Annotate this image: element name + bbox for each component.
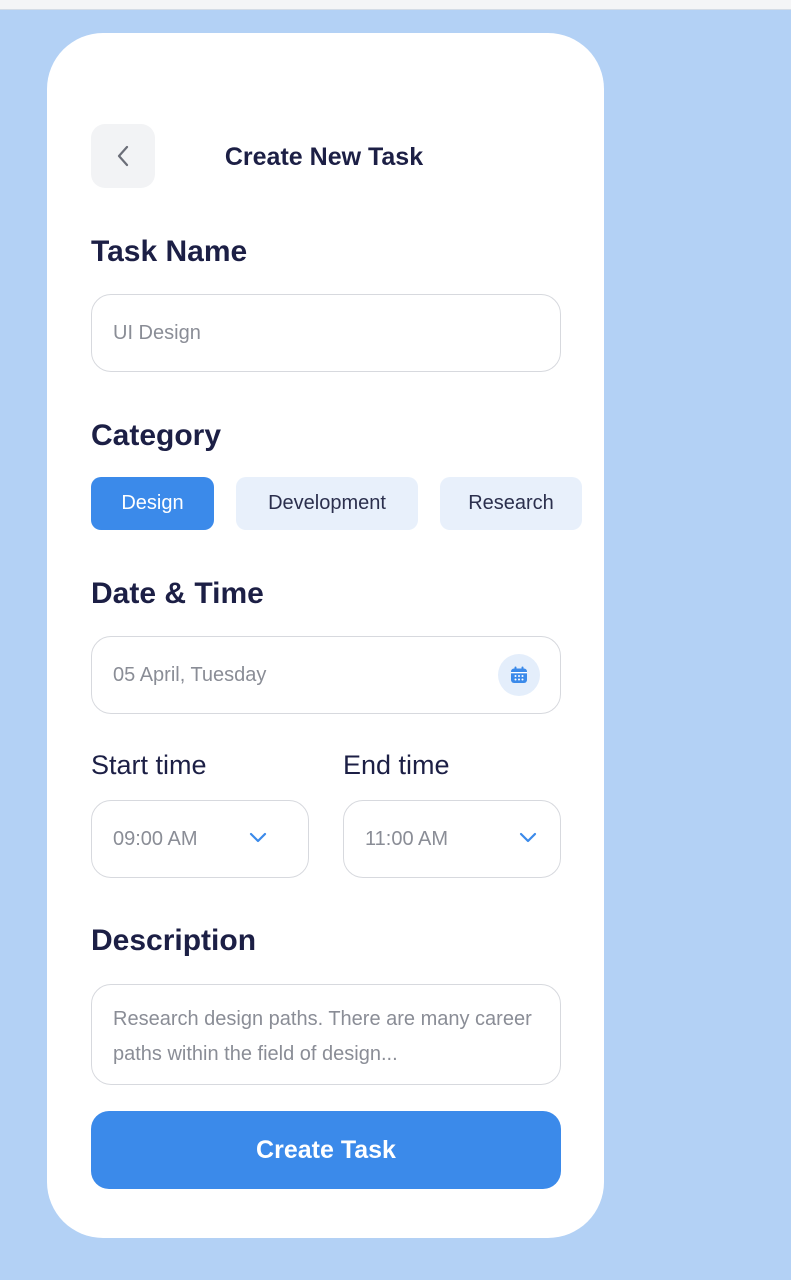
browser-top-bar	[0, 0, 791, 10]
calendar-icon[interactable]	[498, 654, 540, 696]
task-name-input[interactable]: UI Design	[91, 294, 561, 372]
end-time-value: 11:00 AM	[365, 827, 449, 850]
page-title: Create New Task	[224, 143, 424, 171]
task-name-placeholder: UI Design	[113, 321, 201, 344]
chevron-down-icon	[519, 832, 537, 843]
start-time-label: Start time	[91, 750, 207, 780]
category-chip-research[interactable]: Research	[440, 477, 582, 530]
category-chip-development[interactable]: Development	[236, 477, 418, 530]
calendar-glyph	[511, 666, 527, 683]
date-picker-field[interactable]: 05 April, Tuesday	[91, 636, 561, 714]
back-button[interactable]	[91, 124, 155, 188]
chevron-down-icon	[249, 832, 267, 843]
description-textarea[interactable]: Research design paths. There are many ca…	[91, 984, 561, 1085]
category-chip-design[interactable]: Design	[91, 477, 214, 530]
chevron-left-icon	[117, 145, 129, 167]
create-task-button[interactable]: Create Task	[91, 1111, 561, 1189]
description-placeholder: Research design paths. There are many ca…	[113, 1008, 532, 1065]
task-name-label: Task Name	[91, 235, 248, 268]
end-time-select[interactable]: 11:00 AM	[343, 800, 561, 878]
date-value: 05 April, Tuesday	[113, 663, 267, 686]
date-time-label: Date & Time	[91, 577, 264, 610]
create-task-card: Create New Task Task Name UI Design Cate…	[47, 33, 604, 1238]
description-label: Description	[91, 924, 257, 957]
start-time-value: 09:00 AM	[113, 827, 198, 850]
start-time-select[interactable]: 09:00 AM	[91, 800, 309, 878]
category-label: Category	[91, 419, 222, 452]
end-time-label: End time	[343, 750, 450, 780]
